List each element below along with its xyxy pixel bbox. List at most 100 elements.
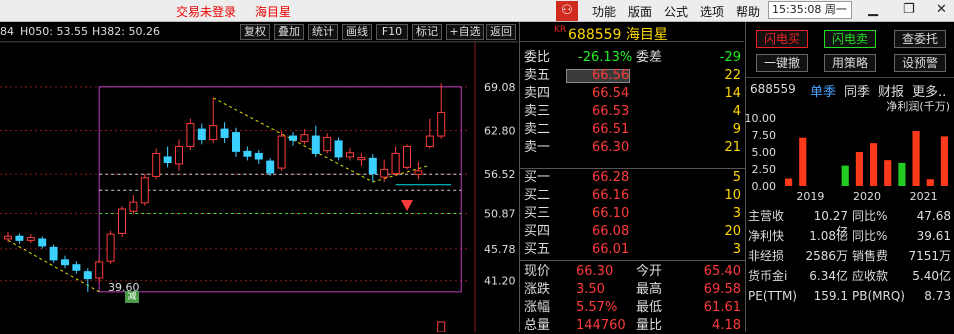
candle bbox=[311, 125, 320, 157]
fin-bar bbox=[870, 143, 878, 186]
clock-time: 15:35:08 bbox=[772, 3, 822, 16]
ask-price[interactable]: 66.51 bbox=[592, 122, 629, 138]
fin-year-label: 2019 bbox=[796, 190, 824, 203]
fin-bar bbox=[884, 160, 892, 186]
candle bbox=[106, 230, 115, 265]
ask-label: 卖四 bbox=[524, 86, 551, 101]
ask-row[interactable]: 卖四 66.54 14 bbox=[520, 86, 745, 102]
fin-label: 同比% bbox=[852, 209, 888, 223]
candle bbox=[414, 161, 423, 180]
price-tick: 56.52 bbox=[484, 168, 516, 181]
bid-price[interactable]: 66.10 bbox=[592, 206, 629, 222]
candle bbox=[380, 159, 389, 182]
fuquan-button[interactable]: 复权 bbox=[240, 24, 270, 40]
candle bbox=[83, 268, 92, 292]
fin-row: PE(TTM) 159.1 PB(MRQ) 8.73 bbox=[746, 288, 954, 304]
ask-price[interactable]: 66.56 bbox=[592, 68, 629, 84]
clock-weekday: 周一 bbox=[824, 3, 847, 16]
flash-sell-button[interactable]: 闪电卖 bbox=[824, 30, 876, 48]
stock-header: KR 688559 海目星 bbox=[520, 22, 744, 43]
fin-value: 6.34亿 bbox=[809, 269, 848, 283]
stats-button[interactable]: 统计 bbox=[308, 24, 338, 40]
volume-bar bbox=[437, 321, 446, 332]
candle bbox=[118, 206, 126, 237]
chart-toolbar: 84 H050: 53.55 H382: 50.26 复权 叠加 统计 画线 F… bbox=[0, 22, 518, 42]
ask-row[interactable]: 卖五 66.56 22 bbox=[520, 68, 745, 84]
fin-value: 47.68 bbox=[916, 209, 951, 223]
restore-icon[interactable]: ❐ bbox=[903, 2, 915, 17]
ask-label: 卖三 bbox=[524, 104, 551, 119]
ask-price[interactable]: 66.54 bbox=[592, 86, 629, 102]
overlay-button[interactable]: 叠加 bbox=[274, 24, 304, 40]
query-orders-button[interactable]: 查委托 bbox=[894, 30, 946, 48]
bid-price[interactable]: 66.28 bbox=[592, 170, 629, 186]
ask-label: 卖二 bbox=[524, 122, 551, 137]
fin-label: 应收款 bbox=[852, 269, 889, 283]
bid-row[interactable]: 买二 66.16 10 bbox=[520, 188, 745, 204]
add-watchlist-button[interactable]: +自选 bbox=[446, 24, 484, 40]
candle bbox=[232, 127, 240, 157]
price-tick: 62.80 bbox=[484, 124, 516, 137]
quote-row: 涨跌 3.50 最高 69.58 bbox=[520, 282, 745, 298]
quote-label: 今开 bbox=[636, 264, 663, 279]
minimize-icon[interactable]: ▁ bbox=[868, 2, 878, 17]
bid-row[interactable]: 买一 66.28 5 bbox=[520, 170, 745, 186]
menu-formula[interactable]: 公式 bbox=[664, 3, 688, 20]
menu-layout[interactable]: 版面 bbox=[628, 3, 652, 20]
ask-volume: 21 bbox=[724, 140, 741, 155]
fin-label: 主营收 bbox=[748, 209, 785, 223]
ask-price[interactable]: 66.30 bbox=[592, 140, 629, 156]
bid-row[interactable]: 买五 66.01 3 bbox=[520, 242, 745, 258]
strategy-button[interactable]: 用策略 bbox=[824, 54, 876, 72]
user-icon[interactable]: ⚇ bbox=[556, 1, 578, 21]
candle bbox=[175, 139, 183, 171]
bid-row[interactable]: 买三 66.10 3 bbox=[520, 206, 745, 222]
fin-y-tick: 10.00 bbox=[746, 112, 776, 125]
set-alert-button[interactable]: 设预警 bbox=[894, 54, 946, 72]
candle bbox=[403, 144, 411, 170]
fin-y-tick: 2.50 bbox=[752, 163, 777, 176]
back-button[interactable]: 返回 bbox=[486, 24, 516, 40]
bid-label: 买一 bbox=[524, 170, 551, 185]
f10-button[interactable]: F10 bbox=[376, 24, 408, 40]
bid-volume: 10 bbox=[724, 188, 741, 203]
fin-label: 非经损 bbox=[748, 249, 785, 263]
fin-row: 主营收 10.27亿 同比% 47.68 bbox=[746, 208, 954, 239]
quote-row: 现价 66.30 今开 65.40 bbox=[520, 264, 745, 280]
ask-row[interactable]: 卖三 66.53 4 bbox=[520, 104, 745, 120]
cancel-all-button[interactable]: 一键撤 bbox=[756, 54, 808, 72]
ask-row[interactable]: 卖二 66.51 9 bbox=[520, 122, 745, 138]
bid-label: 买三 bbox=[524, 206, 551, 221]
ask-price[interactable]: 66.53 bbox=[592, 104, 629, 120]
price-axis: 69.08 62.80 56.52 50.87 45.78 41.20 bbox=[484, 81, 516, 288]
mark-button[interactable]: 标记 bbox=[412, 24, 442, 40]
candle bbox=[4, 232, 12, 242]
bid-price[interactable]: 66.01 bbox=[592, 242, 629, 258]
code-prefix: KR bbox=[554, 25, 567, 35]
ask-label: 卖五 bbox=[524, 68, 551, 83]
candle bbox=[140, 174, 149, 206]
candlestick-chart[interactable]: 69.08 62.80 56.52 50.87 45.78 41.20 bbox=[0, 42, 518, 332]
fin-row: 非经损 2586万 销售费 7151万 bbox=[746, 248, 954, 264]
candle bbox=[425, 118, 434, 149]
flash-buy-button[interactable]: 闪电买 bbox=[756, 30, 808, 48]
ask-row[interactable]: 卖一 66.30 21 bbox=[520, 140, 745, 156]
bid-label: 买四 bbox=[524, 224, 551, 239]
menu-options[interactable]: 选项 bbox=[700, 3, 724, 20]
menu-help[interactable]: 帮助 bbox=[736, 3, 760, 20]
bid-price[interactable]: 66.08 bbox=[592, 224, 629, 240]
bid-price[interactable]: 66.16 bbox=[592, 188, 629, 204]
draw-line-button[interactable]: 画线 bbox=[342, 24, 372, 40]
quote-label: 涨幅 bbox=[524, 300, 551, 315]
bid-label: 买五 bbox=[524, 242, 551, 257]
quote-value: 3.50 bbox=[576, 282, 605, 297]
close-icon[interactable]: ✕ bbox=[936, 2, 947, 17]
bid-row[interactable]: 买四 66.08 20 bbox=[520, 224, 745, 240]
menu-function[interactable]: 功能 bbox=[592, 3, 616, 20]
login-status[interactable]: 交易未登录 bbox=[176, 3, 236, 20]
quote-value: 61.61 bbox=[703, 300, 741, 315]
fin-value: 5.40亿 bbox=[912, 269, 951, 283]
candle bbox=[186, 118, 195, 150]
fin-bar bbox=[785, 178, 793, 186]
fin-row: 净利快 1.08亿 同比% 39.61 bbox=[746, 228, 954, 244]
